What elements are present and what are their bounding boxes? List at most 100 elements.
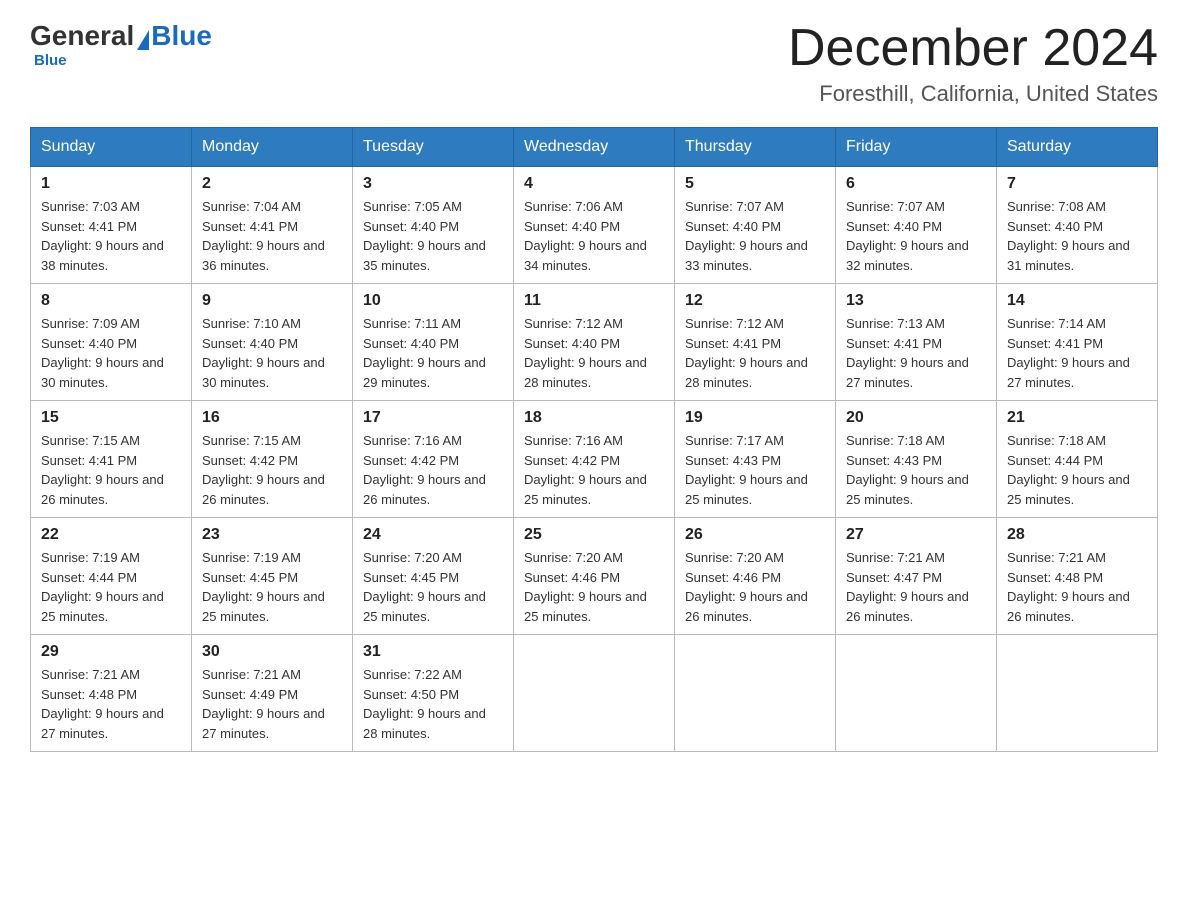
day-number: 2	[202, 175, 342, 193]
day-info: Sunrise: 7:07 AM Sunset: 4:40 PM Dayligh…	[846, 197, 986, 275]
calendar-cell: 3 Sunrise: 7:05 AM Sunset: 4:40 PM Dayli…	[353, 167, 514, 284]
day-number: 29	[41, 643, 181, 661]
sunset-time: Sunset: 4:41 PM	[41, 453, 137, 468]
sunset-time: Sunset: 4:40 PM	[202, 336, 298, 351]
week-row-5: 29 Sunrise: 7:21 AM Sunset: 4:48 PM Dayl…	[31, 635, 1158, 752]
daylight-hours: Daylight: 9 hours and 25 minutes.	[846, 472, 969, 507]
daylight-hours: Daylight: 9 hours and 35 minutes.	[363, 238, 486, 273]
week-row-2: 8 Sunrise: 7:09 AM Sunset: 4:40 PM Dayli…	[31, 284, 1158, 401]
sunset-time: Sunset: 4:42 PM	[202, 453, 298, 468]
week-row-3: 15 Sunrise: 7:15 AM Sunset: 4:41 PM Dayl…	[31, 401, 1158, 518]
daylight-hours: Daylight: 9 hours and 27 minutes.	[846, 355, 969, 390]
daylight-hours: Daylight: 9 hours and 27 minutes.	[202, 706, 325, 741]
calendar-cell: 26 Sunrise: 7:20 AM Sunset: 4:46 PM Dayl…	[675, 518, 836, 635]
day-number: 12	[685, 292, 825, 310]
sunrise-time: Sunrise: 7:15 AM	[41, 433, 140, 448]
daylight-hours: Daylight: 9 hours and 26 minutes.	[202, 472, 325, 507]
sunrise-time: Sunrise: 7:10 AM	[202, 316, 301, 331]
day-number: 6	[846, 175, 986, 193]
sunset-time: Sunset: 4:41 PM	[202, 219, 298, 234]
daylight-hours: Daylight: 9 hours and 34 minutes.	[524, 238, 647, 273]
calendar-cell: 20 Sunrise: 7:18 AM Sunset: 4:43 PM Dayl…	[836, 401, 997, 518]
calendar-cell: 5 Sunrise: 7:07 AM Sunset: 4:40 PM Dayli…	[675, 167, 836, 284]
sunset-time: Sunset: 4:40 PM	[41, 336, 137, 351]
day-number: 28	[1007, 526, 1147, 544]
sunrise-time: Sunrise: 7:16 AM	[524, 433, 623, 448]
daylight-hours: Daylight: 9 hours and 25 minutes.	[202, 589, 325, 624]
sunrise-time: Sunrise: 7:18 AM	[846, 433, 945, 448]
calendar-cell: 7 Sunrise: 7:08 AM Sunset: 4:40 PM Dayli…	[997, 167, 1158, 284]
day-info: Sunrise: 7:15 AM Sunset: 4:41 PM Dayligh…	[41, 431, 181, 509]
sunset-time: Sunset: 4:40 PM	[363, 336, 459, 351]
calendar-cell: 8 Sunrise: 7:09 AM Sunset: 4:40 PM Dayli…	[31, 284, 192, 401]
sunset-time: Sunset: 4:43 PM	[685, 453, 781, 468]
daylight-hours: Daylight: 9 hours and 28 minutes.	[363, 706, 486, 741]
calendar-subtitle: Foresthill, California, United States	[788, 81, 1158, 107]
day-info: Sunrise: 7:21 AM Sunset: 4:48 PM Dayligh…	[1007, 548, 1147, 626]
title-section: December 2024 Foresthill, California, Un…	[788, 20, 1158, 107]
day-info: Sunrise: 7:17 AM Sunset: 4:43 PM Dayligh…	[685, 431, 825, 509]
day-info: Sunrise: 7:21 AM Sunset: 4:47 PM Dayligh…	[846, 548, 986, 626]
sunset-time: Sunset: 4:40 PM	[524, 219, 620, 234]
daylight-hours: Daylight: 9 hours and 29 minutes.	[363, 355, 486, 390]
sunset-time: Sunset: 4:48 PM	[41, 687, 137, 702]
sunrise-time: Sunrise: 7:17 AM	[685, 433, 784, 448]
daylight-hours: Daylight: 9 hours and 26 minutes.	[685, 589, 808, 624]
sunset-time: Sunset: 4:41 PM	[41, 219, 137, 234]
calendar-cell: 22 Sunrise: 7:19 AM Sunset: 4:44 PM Dayl…	[31, 518, 192, 635]
day-number: 30	[202, 643, 342, 661]
sunrise-time: Sunrise: 7:07 AM	[846, 199, 945, 214]
sunrise-time: Sunrise: 7:14 AM	[1007, 316, 1106, 331]
sunset-time: Sunset: 4:42 PM	[524, 453, 620, 468]
calendar-title: December 2024	[788, 20, 1158, 77]
sunrise-time: Sunrise: 7:22 AM	[363, 667, 462, 682]
day-number: 17	[363, 409, 503, 427]
day-info: Sunrise: 7:14 AM Sunset: 4:41 PM Dayligh…	[1007, 314, 1147, 392]
day-info: Sunrise: 7:03 AM Sunset: 4:41 PM Dayligh…	[41, 197, 181, 275]
sunrise-time: Sunrise: 7:03 AM	[41, 199, 140, 214]
calendar-cell: 1 Sunrise: 7:03 AM Sunset: 4:41 PM Dayli…	[31, 167, 192, 284]
day-info: Sunrise: 7:13 AM Sunset: 4:41 PM Dayligh…	[846, 314, 986, 392]
day-info: Sunrise: 7:20 AM Sunset: 4:45 PM Dayligh…	[363, 548, 503, 626]
daylight-hours: Daylight: 9 hours and 36 minutes.	[202, 238, 325, 273]
day-number: 19	[685, 409, 825, 427]
day-number: 14	[1007, 292, 1147, 310]
daylight-hours: Daylight: 9 hours and 26 minutes.	[363, 472, 486, 507]
calendar-table: Sunday Monday Tuesday Wednesday Thursday…	[30, 127, 1158, 752]
calendar-cell: 16 Sunrise: 7:15 AM Sunset: 4:42 PM Dayl…	[192, 401, 353, 518]
daylight-hours: Daylight: 9 hours and 33 minutes.	[685, 238, 808, 273]
logo-blue-text: Blue	[151, 20, 212, 52]
calendar-cell: 31 Sunrise: 7:22 AM Sunset: 4:50 PM Dayl…	[353, 635, 514, 752]
day-number: 27	[846, 526, 986, 544]
calendar-cell: 29 Sunrise: 7:21 AM Sunset: 4:48 PM Dayl…	[31, 635, 192, 752]
daylight-hours: Daylight: 9 hours and 25 minutes.	[524, 589, 647, 624]
daylight-hours: Daylight: 9 hours and 25 minutes.	[685, 472, 808, 507]
sunrise-time: Sunrise: 7:18 AM	[1007, 433, 1106, 448]
sunset-time: Sunset: 4:50 PM	[363, 687, 459, 702]
sunrise-time: Sunrise: 7:21 AM	[202, 667, 301, 682]
day-info: Sunrise: 7:16 AM Sunset: 4:42 PM Dayligh…	[524, 431, 664, 509]
calendar-cell: 21 Sunrise: 7:18 AM Sunset: 4:44 PM Dayl…	[997, 401, 1158, 518]
calendar-cell	[675, 635, 836, 752]
daylight-hours: Daylight: 9 hours and 32 minutes.	[846, 238, 969, 273]
sunrise-time: Sunrise: 7:21 AM	[41, 667, 140, 682]
day-number: 1	[41, 175, 181, 193]
sunset-time: Sunset: 4:46 PM	[524, 570, 620, 585]
sunrise-time: Sunrise: 7:20 AM	[363, 550, 462, 565]
sunrise-time: Sunrise: 7:05 AM	[363, 199, 462, 214]
daylight-hours: Daylight: 9 hours and 27 minutes.	[41, 706, 164, 741]
day-info: Sunrise: 7:05 AM Sunset: 4:40 PM Dayligh…	[363, 197, 503, 275]
sunset-time: Sunset: 4:47 PM	[846, 570, 942, 585]
day-info: Sunrise: 7:19 AM Sunset: 4:45 PM Dayligh…	[202, 548, 342, 626]
header-wednesday: Wednesday	[514, 128, 675, 167]
sunrise-time: Sunrise: 7:21 AM	[846, 550, 945, 565]
sunset-time: Sunset: 4:42 PM	[363, 453, 459, 468]
day-number: 22	[41, 526, 181, 544]
logo: General Blue Blue	[30, 20, 212, 70]
day-info: Sunrise: 7:18 AM Sunset: 4:43 PM Dayligh…	[846, 431, 986, 509]
calendar-cell: 10 Sunrise: 7:11 AM Sunset: 4:40 PM Dayl…	[353, 284, 514, 401]
daylight-hours: Daylight: 9 hours and 31 minutes.	[1007, 238, 1130, 273]
day-number: 5	[685, 175, 825, 193]
day-info: Sunrise: 7:09 AM Sunset: 4:40 PM Dayligh…	[41, 314, 181, 392]
daylight-hours: Daylight: 9 hours and 30 minutes.	[202, 355, 325, 390]
